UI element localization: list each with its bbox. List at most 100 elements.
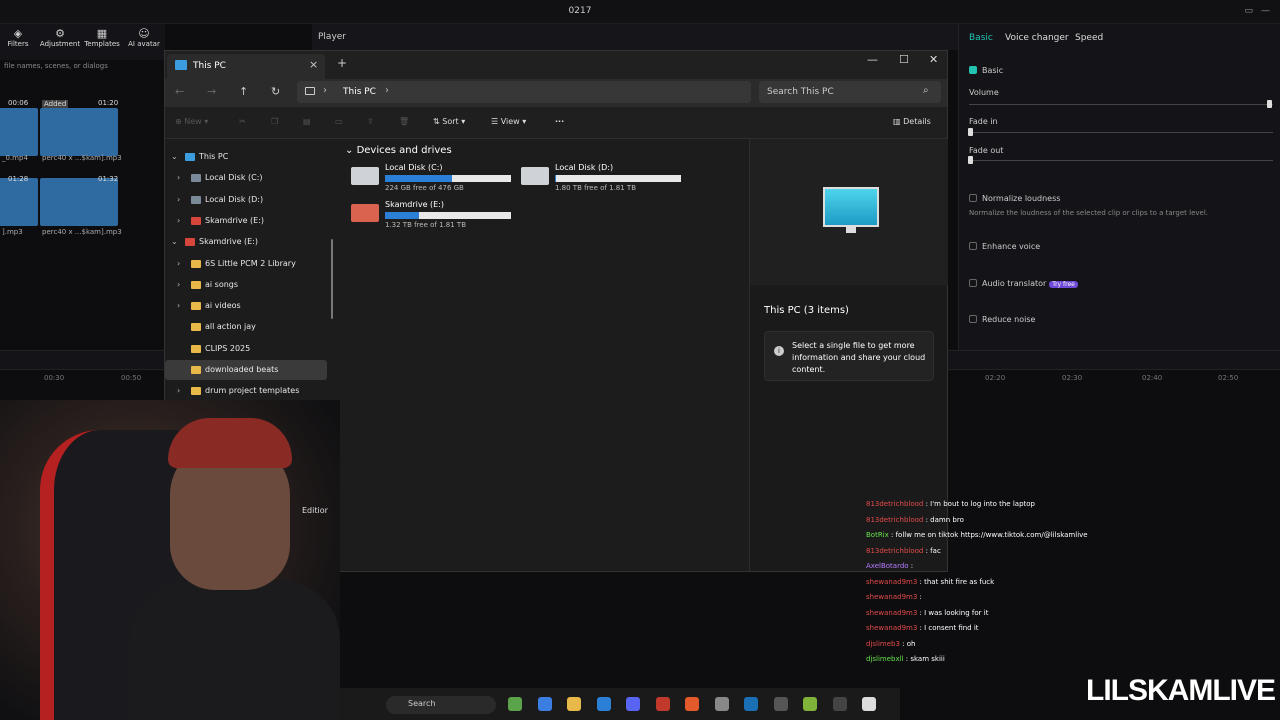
breadcrumb-this-pc[interactable]: This PC <box>343 87 376 97</box>
fade-in-handle[interactable] <box>968 128 973 136</box>
chat-message: shewanad9m3 : I was looking for it <box>866 609 988 617</box>
media-search-input[interactable]: file names, scenes, or dialogs <box>0 62 165 74</box>
clip-duration: 01:20 <box>98 99 119 107</box>
taskbar-app-icon[interactable] <box>685 697 699 711</box>
taskbar-app-icon[interactable] <box>537 697 552 711</box>
taskbar-app-icon[interactable] <box>626 697 640 711</box>
nav-item-label: downloaded beats <box>205 365 279 374</box>
taskbar-app-icon[interactable] <box>655 697 670 711</box>
nav-item[interactable]: ⌄ Skamdrive (E:) <box>165 232 327 252</box>
chat-username: 813detrichblood <box>866 500 924 508</box>
tool-adjustment[interactable]: ⚙ Adjustment <box>40 27 80 60</box>
tab-speed[interactable]: Speed <box>1075 33 1103 43</box>
enhance-checkbox[interactable] <box>969 242 977 250</box>
address-bar[interactable]: › This PC › <box>297 81 751 103</box>
chevron-right-icon[interactable]: › <box>177 280 180 289</box>
taskbar-search[interactable] <box>386 696 496 714</box>
view-button[interactable]: ☰ View ▾ <box>491 117 526 126</box>
drive-usage-fill <box>385 212 420 219</box>
tab-basic[interactable]: Basic <box>969 33 993 43</box>
paste-icon[interactable]: ▤ <box>303 117 311 126</box>
nav-item[interactable]: › ai songs <box>165 275 327 295</box>
nav-item[interactable]: › ai videos <box>165 296 327 316</box>
tool-avatar[interactable]: ☺ AI avatar <box>126 28 162 60</box>
nav-scrollbar[interactable] <box>331 239 333 319</box>
taskbar-app-icon[interactable] <box>773 697 788 711</box>
chevron-right-icon[interactable]: › <box>323 85 327 96</box>
media-clip[interactable] <box>0 108 38 156</box>
nav-item[interactable]: › 6S Little PCM 2 Library <box>165 254 327 274</box>
chat-username: shewanad9m3 <box>866 577 918 586</box>
folder-icon <box>191 259 201 268</box>
chevron-right-icon[interactable]: › <box>177 195 180 204</box>
tool-templates[interactable]: ▦ Templates <box>84 28 120 60</box>
search-icon[interactable]: ⌕ <box>923 85 929 96</box>
chevron-right-icon[interactable]: › <box>177 301 180 310</box>
close-window-icon[interactable]: ✕ <box>929 53 938 66</box>
chevron-right-icon[interactable]: › <box>177 216 180 225</box>
search-input[interactable]: Search This PC ⌕ <box>759 81 941 103</box>
taskbar-app-icon[interactable] <box>596 697 611 711</box>
taskbar-app-icon[interactable] <box>508 697 522 711</box>
drive-tile[interactable]: Local Disk (C:) 224 GB free of 476 GB <box>351 163 521 193</box>
chevron-right-icon[interactable]: › <box>177 173 180 182</box>
drive-tile[interactable]: Skamdrive (E:) 1.32 TB free of 1.81 TB <box>351 200 521 230</box>
taskbar-app-icon[interactable] <box>567 697 581 711</box>
forward-arrow-icon[interactable]: → <box>207 85 216 98</box>
copy-icon[interactable]: ❐ <box>271 117 278 126</box>
taskbar-app-icon[interactable] <box>803 697 817 711</box>
chevron-down-icon[interactable]: ⌄ <box>171 237 178 246</box>
minimize-icon[interactable]: — <box>1261 6 1270 16</box>
media-clip[interactable] <box>0 178 38 226</box>
reduce-noise-checkbox[interactable] <box>969 315 977 323</box>
rename-icon[interactable]: ▭ <box>335 117 343 126</box>
normalize-checkbox[interactable] <box>969 194 977 202</box>
sort-button[interactable]: ⇅ Sort ▾ <box>433 117 465 126</box>
nav-item[interactable]: all action jay <box>165 317 327 337</box>
delete-icon[interactable]: 🗑 <box>399 117 409 126</box>
nav-item[interactable]: CLIPS 2025 <box>165 339 327 359</box>
media-clip[interactable] <box>40 108 118 156</box>
tool-filters[interactable]: ◈ Filters <box>0 28 36 60</box>
details-label: Details <box>903 117 931 126</box>
drive-tile[interactable]: Local Disk (D:) 1.80 TB free of 1.81 TB <box>521 163 691 193</box>
nav-item[interactable]: › Local Disk (C:) <box>165 168 327 188</box>
taskbar-app-icon[interactable] <box>862 697 876 711</box>
media-clip[interactable] <box>40 178 118 226</box>
up-arrow-icon[interactable]: ↑ <box>239 85 248 98</box>
tab-voice-changer[interactable]: Voice changer <box>1005 33 1069 43</box>
fade-out-handle[interactable] <box>968 156 973 164</box>
chat-text: : <box>908 562 914 570</box>
minimize-icon[interactable]: — <box>867 53 878 66</box>
taskbar-app-icon[interactable] <box>744 697 758 711</box>
taskbar-app-icon[interactable] <box>832 697 847 711</box>
close-tab-icon[interactable]: × <box>309 58 318 71</box>
chevron-right-icon[interactable]: › <box>385 85 389 96</box>
refresh-icon[interactable]: ↻ <box>271 85 280 98</box>
devices-drives-header[interactable]: ⌄ Devices and drives <box>345 145 452 156</box>
adjustment-icon: ⚙ <box>55 27 65 40</box>
chevron-down-icon[interactable]: ⌄ <box>171 152 178 161</box>
layout-icon[interactable]: ▭ <box>1244 6 1253 16</box>
new-button[interactable]: ⊕ New ▾ <box>175 117 208 126</box>
cut-icon[interactable]: ✂ <box>239 117 246 126</box>
basic-checkbox[interactable] <box>969 66 977 74</box>
explorer-tab[interactable]: This PC × <box>167 54 325 79</box>
more-options-icon[interactable]: ··· <box>555 117 564 126</box>
maximize-icon[interactable]: ☐ <box>899 53 909 66</box>
nav-item[interactable]: › Skamdrive (E:) <box>165 211 327 231</box>
nav-item[interactable]: › drum project templates <box>165 381 327 401</box>
nav-item[interactable]: ⌄ This PC <box>165 147 327 167</box>
new-tab-icon[interactable]: + <box>337 56 347 70</box>
back-arrow-icon[interactable]: ← <box>175 85 184 98</box>
taskbar-app-icon[interactable] <box>714 697 729 711</box>
nav-item[interactable]: downloaded beats <box>165 360 327 380</box>
nav-item[interactable]: › Local Disk (D:) <box>165 190 327 210</box>
chevron-right-icon[interactable]: › <box>177 259 180 268</box>
drive-icon <box>191 195 201 204</box>
details-button[interactable]: ▥ Details <box>893 117 931 126</box>
chevron-right-icon[interactable]: › <box>177 386 180 395</box>
share-icon[interactable]: ⇪ <box>367 117 374 126</box>
volume-slider-handle[interactable] <box>1267 100 1272 108</box>
translator-checkbox[interactable] <box>969 279 977 287</box>
